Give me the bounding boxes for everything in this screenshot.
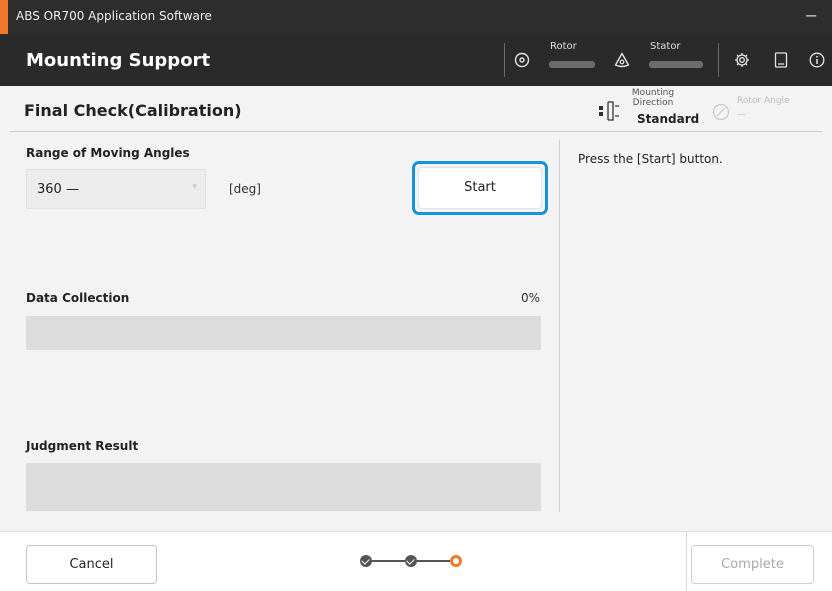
rotor-angle-icon (712, 103, 730, 121)
manual-icon[interactable] (774, 52, 788, 71)
header-divider (718, 43, 719, 77)
step-done-dot (405, 555, 417, 567)
subheader-divider (10, 131, 822, 132)
data-collection-percent: 0% (520, 291, 540, 305)
settings-icon[interactable] (734, 52, 750, 71)
chevron-down-icon: ▾ (192, 182, 197, 192)
stator-serial-blurred (649, 61, 703, 68)
minimize-button[interactable]: − (805, 6, 818, 25)
judgment-result-label: Judgment Result (26, 439, 139, 453)
rotor-label: Rotor (550, 41, 577, 52)
app-title: ABS OR700 Application Software (16, 9, 212, 23)
rotor-angle-value: — (737, 110, 746, 120)
rotor-angle-label: Rotor Angle (737, 96, 790, 106)
footer: Cancel Complete (0, 531, 832, 591)
footer-divider (686, 532, 687, 591)
panel-divider (559, 140, 560, 512)
data-collection-label: Data Collection (26, 291, 130, 305)
step-connector (417, 560, 450, 562)
title-bar: ABS OR700 Application Software − (0, 0, 832, 34)
cancel-button[interactable]: Cancel (26, 545, 157, 584)
step-indicator (360, 555, 490, 569)
step-current-dot (450, 555, 462, 567)
header: Mounting Support Rotor Stator (0, 34, 832, 86)
title-accent (0, 0, 8, 34)
mounting-direction-icon (598, 100, 624, 122)
mounting-direction-label: Mounting Direction (631, 88, 675, 108)
header-divider (504, 43, 505, 77)
instruction-text: Press the [Start] button. (578, 152, 723, 166)
judgment-result-box (26, 463, 541, 511)
rotor-icon (514, 52, 530, 71)
stator-label: Stator (650, 41, 681, 52)
info-icon[interactable] (809, 52, 825, 71)
page-title: Mounting Support (26, 50, 211, 71)
step-done-dot (360, 555, 372, 567)
start-button[interactable]: Start (418, 167, 542, 209)
mounting-direction-value: Standard (637, 112, 700, 126)
step-connector (372, 560, 405, 562)
complete-button[interactable]: Complete (691, 545, 814, 584)
stator-icon (614, 52, 630, 71)
data-collection-progress-bar (26, 316, 541, 350)
range-selected-value: 360 — (37, 182, 79, 197)
step-title: Final Check(Calibration) (24, 101, 242, 120)
rotor-serial-blurred (549, 61, 595, 68)
range-select[interactable]: 360 — ▾ (26, 169, 206, 209)
range-label: Range of Moving Angles (26, 146, 190, 160)
range-unit: [deg] (229, 182, 261, 196)
